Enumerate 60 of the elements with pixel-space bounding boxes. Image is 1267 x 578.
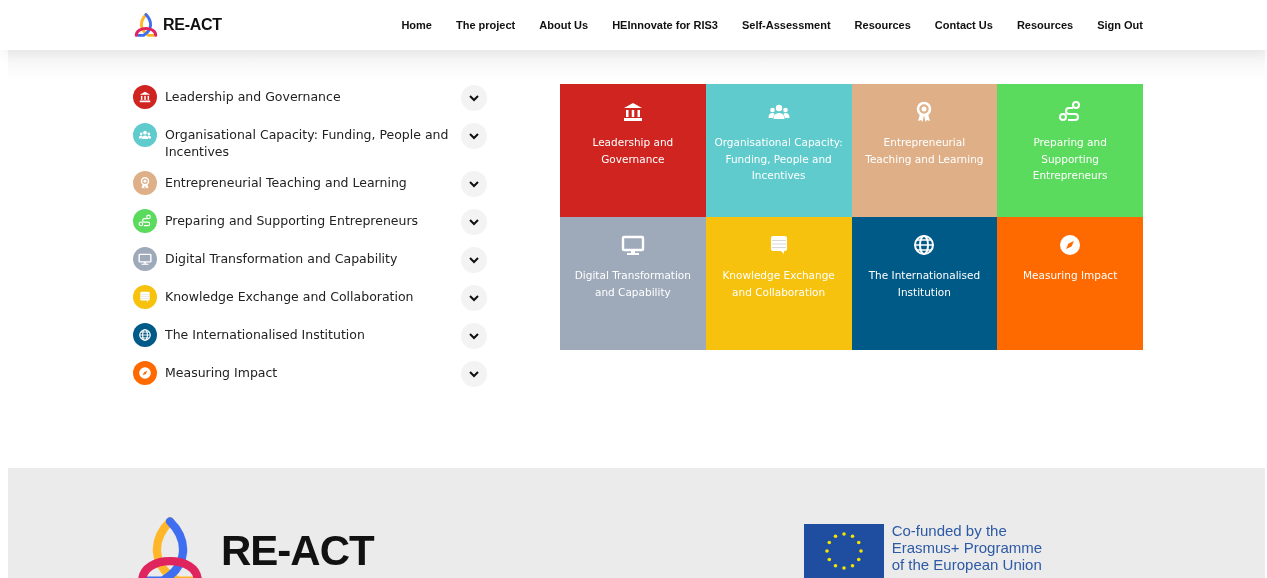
topic-icon — [138, 176, 152, 190]
topic-icon — [138, 252, 152, 266]
chevron-down-icon — [468, 92, 480, 104]
tile-label: Leadership and Governance — [591, 135, 675, 167]
nav-link[interactable]: About Us — [539, 19, 589, 31]
accordion-title[interactable]: Entrepreneurial Teaching and Learning — [165, 171, 453, 191]
chevron-down-icon — [468, 368, 480, 380]
chevron-button[interactable] — [461, 361, 487, 387]
chevron-down-icon — [468, 130, 480, 142]
chevron-button[interactable] — [461, 171, 487, 197]
nav-link[interactable]: Resources — [854, 19, 911, 31]
eu-flag-icon — [803, 524, 884, 578]
chevron-button[interactable] — [461, 247, 487, 273]
logo-text: RE-ACT — [163, 16, 222, 34]
chevron-down-icon — [468, 330, 480, 342]
accordion-title[interactable]: Digital Transformation and Capability — [165, 247, 453, 267]
accordion-title[interactable]: Knowledge Exchange and Collaboration — [165, 285, 453, 305]
topic-icon — [138, 214, 152, 228]
topic-icon — [138, 328, 152, 342]
logo-icon — [133, 12, 159, 38]
topic-tile[interactable]: Leadership and Governance — [560, 84, 706, 217]
chevron-button[interactable] — [461, 123, 487, 149]
tile-icon — [1058, 100, 1083, 124]
accordion-title[interactable]: Preparing and Supporting Entrepreneurs — [165, 209, 453, 229]
tile-label: Preparing and Supporting Entrepreneurs — [1031, 135, 1109, 183]
chevron-down-icon — [468, 216, 480, 228]
chevron-button[interactable] — [461, 85, 487, 111]
tile-icon — [912, 233, 937, 257]
topic-icon — [138, 128, 152, 142]
tile-label: Measuring Impact — [1022, 268, 1118, 283]
topic-icon — [138, 290, 152, 304]
chevron-down-icon — [468, 292, 480, 304]
nav-link[interactable]: Self-Assessment — [741, 19, 831, 31]
topic-tile[interactable]: The Internationalised Institution — [851, 217, 998, 350]
topic-icon — [138, 366, 152, 380]
nav-link[interactable]: Resources — [1016, 19, 1074, 31]
tile-label: Organisational Capacity: Funding, People and Incentives — [713, 135, 844, 183]
accordion-title[interactable]: Leadership and Governance — [165, 85, 453, 105]
nav-link[interactable]: Home — [401, 19, 432, 31]
chevron-down-icon — [468, 254, 480, 266]
topic-icon — [138, 90, 152, 104]
chevron-button[interactable] — [461, 209, 487, 235]
accordion-title[interactable]: Measuring Impact — [165, 361, 453, 381]
tile-label: Entrepreneurial Teaching and Learning — [864, 135, 985, 167]
chevron-button[interactable] — [461, 285, 487, 311]
eu-funding-text: Co-funded by the Erasmus+ Programme of the European Union — [891, 522, 1044, 573]
logo-text: RE-ACT — [221, 527, 374, 575]
tile-label: Digital Transformation and Capability — [573, 268, 692, 300]
tile-label: Knowledge Exchange and Collaboration — [721, 268, 836, 300]
chevron-button[interactable] — [461, 323, 487, 349]
tile-icon — [1058, 233, 1083, 257]
nav-link[interactable]: HEInnovate for RIS3 — [612, 19, 718, 31]
accordion-title[interactable]: The Internationalised Institution — [165, 323, 453, 343]
tile-label: The Internationalised Institution — [867, 268, 982, 300]
accordion-title[interactable]: Organisational Capacity: Funding, People and Incentives — [165, 123, 453, 160]
nav-link[interactable]: Sign Out — [1097, 19, 1143, 31]
nav-link[interactable]: The project — [456, 19, 516, 31]
tile-icon — [620, 233, 645, 257]
chevron-down-icon — [468, 178, 480, 190]
nav-link[interactable]: Contact Us — [934, 19, 993, 31]
